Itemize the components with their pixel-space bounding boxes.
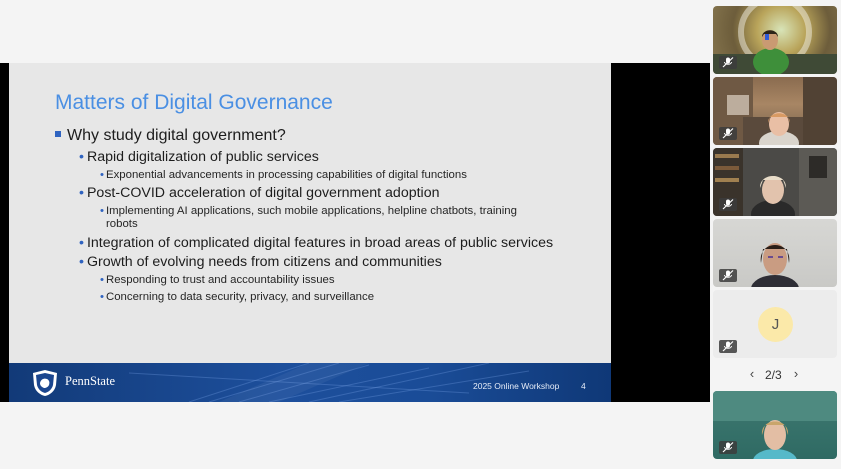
bullet-text: Concerning to data security, privacy, an… [106, 291, 375, 303]
participant-tile[interactable] [713, 6, 837, 74]
participant-tile[interactable] [713, 391, 837, 459]
dot-bullet-icon: • [100, 291, 104, 303]
participant-tile[interactable] [713, 77, 837, 145]
bullet-level3: • Implementing AI applications, such mobi… [100, 205, 517, 231]
bullet-text: Growth of evolving needs from citizens a… [86, 254, 442, 270]
slide-page-number: 4 [581, 381, 586, 391]
participant-pager: ‹ 2/3 › [746, 366, 806, 384]
bullet-text: Why study digital government? [67, 127, 286, 144]
meeting-window: Matters of Digital Governance Why study … [0, 0, 841, 469]
dot-bullet-icon: • [79, 149, 84, 165]
penn-state-shield-icon [33, 370, 57, 396]
mic-muted-icon [719, 198, 737, 211]
dot-bullet-icon: • [79, 235, 84, 251]
avatar: J [758, 307, 793, 342]
bullet-text: Rapid digitalization of public services [86, 149, 319, 165]
mic-muted-icon [719, 441, 737, 454]
bullet-level3: • Exponential advancements in processing … [100, 169, 467, 182]
bullet-text: Post-COVID acceleration of digital gover… [86, 185, 440, 201]
bullet-level3: • Responding to trust and accountability … [100, 274, 335, 287]
dot-bullet-icon: • [100, 169, 104, 181]
brand-name: PennState [65, 374, 115, 388]
bullet-text: Implementing AI applications, such mobil… [106, 205, 517, 217]
bullet-level2: • Rapid digitalization of public services [79, 149, 319, 165]
mic-muted-icon [719, 56, 737, 69]
participant-tile[interactable] [713, 219, 837, 287]
slide-footer: PennState 2025 Online Workshop 4 [9, 363, 611, 402]
bullet-level1: Why study digital government? [55, 127, 286, 145]
bullet-text: Integration of complicated digital featu… [86, 235, 554, 251]
mic-muted-icon [719, 269, 737, 282]
dot-bullet-icon: • [79, 254, 84, 270]
bullet-level3: • Concerning to data security, privacy, a… [100, 291, 374, 304]
bullet-text: Exponential advancements in processing c… [106, 169, 467, 181]
dot-bullet-icon: • [79, 185, 84, 201]
presentation-slide: Matters of Digital Governance Why study … [9, 63, 611, 402]
workshop-label: 2025 Online Workshop [473, 381, 560, 391]
bullet-level2: • Post-COVID acceleration of digital gove… [79, 185, 439, 201]
square-bullet-icon [55, 131, 61, 137]
shared-screen: Matters of Digital Governance Why study … [0, 63, 710, 402]
chevron-right-icon[interactable]: › [790, 366, 802, 384]
bullet-level2: • Integration of complicated digital feat… [79, 235, 553, 251]
chevron-left-icon[interactable]: ‹ [746, 366, 758, 384]
bullet-text-continuation: robots [106, 218, 138, 230]
slide-title: Matters of Digital Governance [55, 91, 333, 114]
mic-muted-icon [719, 340, 737, 353]
participant-tile[interactable] [713, 148, 837, 216]
bullet-level2: • Growth of evolving needs from citizens … [79, 254, 442, 270]
bullet-text: Responding to trust and accountability i… [106, 274, 335, 286]
mic-muted-icon [719, 127, 737, 140]
dot-bullet-icon: • [100, 274, 104, 286]
page-indicator: 2/3 [765, 368, 782, 382]
dot-bullet-icon: • [100, 205, 104, 217]
participant-tile[interactable]: J [713, 290, 837, 358]
